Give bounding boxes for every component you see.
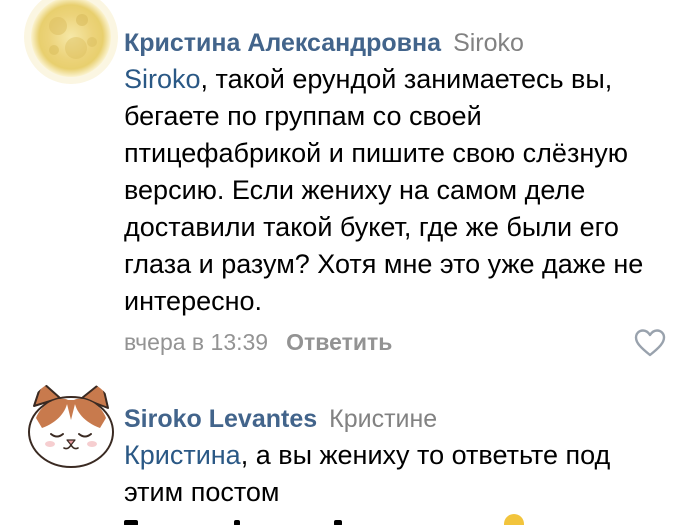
like-button[interactable] — [634, 328, 666, 358]
comment: Siroko Levantes Кристине Кристина, а вы ж… — [0, 372, 700, 525]
comment-meta: вчера в 13:39 Ответить — [124, 326, 670, 358]
comment-body: , такой ерундой занимаетесь вы, бегаете … — [124, 64, 644, 316]
avatar[interactable] — [24, 0, 118, 84]
timestamp: вчера в 13:39 — [124, 329, 269, 355]
comment-content: Siroko Levantes Кристине Кристина, а вы ж… — [124, 402, 670, 511]
author-name[interactable]: Кристина Александровна — [124, 29, 441, 57]
truncated-text-line — [124, 514, 544, 525]
comment-content: Кристина Александровна Siroko Siroko, так… — [124, 26, 670, 358]
reply-button[interactable]: Ответить — [286, 329, 392, 355]
reply-to-name[interactable]: Siroko — [453, 29, 524, 57]
heart-icon — [634, 329, 666, 357]
comment: Кристина Александровна Siroko Siroko, так… — [0, 0, 700, 372]
moon-icon — [24, 0, 118, 84]
mention-link[interactable]: Кристина — [124, 440, 241, 470]
comment-text: Siroko, такой ерундой занимаетесь вы, бе… — [124, 61, 670, 320]
reply-to-name[interactable]: Кристине — [329, 405, 437, 433]
comment-header: Siroko Levantes Кристине — [124, 402, 670, 436]
avatar[interactable] — [24, 378, 118, 472]
comment-header: Кристина Александровна Siroko — [124, 26, 670, 60]
author-name[interactable]: Siroko Levantes — [124, 405, 317, 433]
mention-link[interactable]: Siroko — [124, 64, 201, 94]
cat-face-icon — [24, 378, 118, 472]
comment-text: Кристина, а вы жениху то ответьте под эт… — [124, 437, 670, 511]
